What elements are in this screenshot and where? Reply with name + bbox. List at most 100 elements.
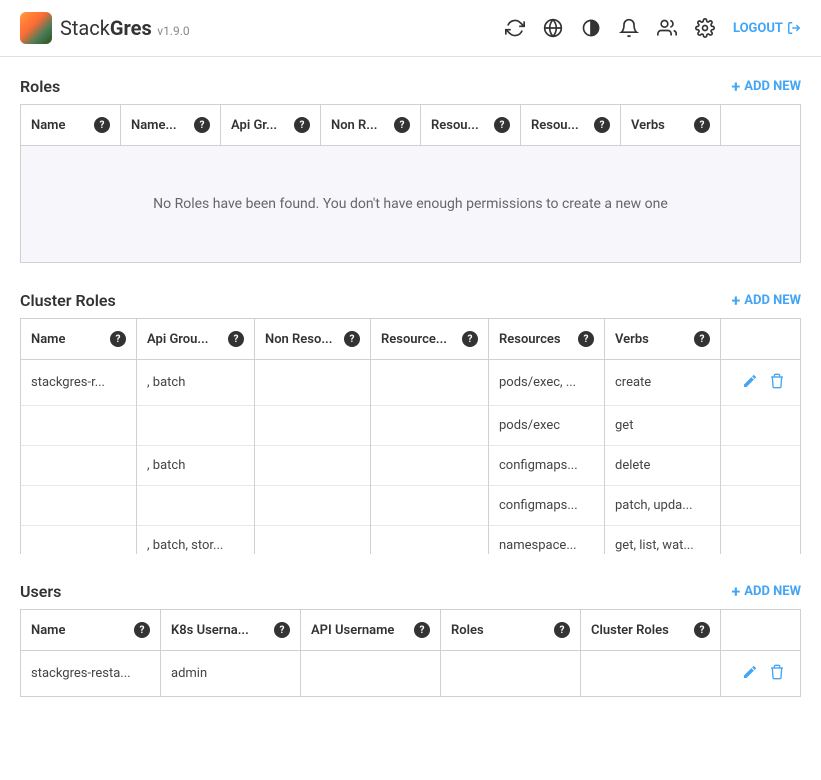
cell-nonres	[255, 360, 371, 406]
version-label: v1.9.0	[157, 24, 189, 38]
roles-col-name[interactable]: Name?	[21, 105, 121, 146]
globe-icon[interactable]	[543, 18, 563, 38]
logo	[20, 12, 52, 44]
cell-k8suser: admin	[161, 651, 301, 697]
help-icon[interactable]: ?	[554, 622, 570, 638]
cell-name	[21, 486, 137, 526]
help-icon[interactable]: ?	[344, 331, 360, 347]
logout-button[interactable]: LOGOUT	[733, 21, 801, 36]
roles-add-new-button[interactable]: ADD NEW	[732, 77, 801, 96]
gear-icon[interactable]	[695, 18, 715, 38]
table-row[interactable]: stackgres-resta... admin	[21, 651, 801, 697]
cell-verbs: get	[605, 406, 721, 446]
users-col-roles[interactable]: Roles?	[441, 610, 581, 651]
cluster-col-resnames[interactable]: Resource...?	[371, 319, 489, 360]
help-icon[interactable]: ?	[228, 331, 244, 347]
brand-area: StackGres v1.9.0	[20, 12, 190, 44]
roles-col-resources[interactable]: Resou...?	[521, 105, 621, 146]
users-col-apiuser[interactable]: API Username?	[301, 610, 441, 651]
help-icon[interactable]: ?	[414, 622, 430, 638]
delete-icon[interactable]	[768, 372, 786, 390]
refresh-icon[interactable]	[505, 18, 525, 38]
roles-col-apigroups[interactable]: Api Gr...?	[221, 105, 321, 146]
table-row[interactable]: stackgres-r... , batch pods/exec, ... cr…	[21, 360, 801, 406]
help-icon[interactable]: ?	[94, 117, 110, 133]
table-row[interactable]: configmaps... patch, upda...	[21, 486, 801, 526]
cell-name	[21, 446, 137, 486]
help-icon[interactable]: ?	[694, 331, 710, 347]
cell-actions	[721, 446, 801, 486]
help-icon[interactable]: ?	[274, 622, 290, 638]
cell-verbs: create	[605, 360, 721, 406]
theme-icon[interactable]	[581, 18, 601, 38]
cluster-col-actions	[721, 319, 801, 360]
help-icon[interactable]: ?	[294, 117, 310, 133]
cell-nonres	[255, 486, 371, 526]
cell-resources: configmaps...	[489, 486, 605, 526]
users-icon[interactable]	[657, 18, 677, 38]
cluster-roles-table: Name? Api Grou...? Non Reso...? Resource…	[20, 318, 801, 554]
users-col-k8suser[interactable]: K8s Userna...?	[161, 610, 301, 651]
cell-actions	[721, 486, 801, 526]
cell-name: stackgres-resta...	[21, 651, 161, 697]
cell-name	[21, 406, 137, 446]
bell-icon[interactable]	[619, 18, 639, 38]
cluster-col-nonres[interactable]: Non Reso...?	[255, 319, 371, 360]
roles-table: Name? Name...? Api Gr...? Non R...? Reso…	[20, 104, 801, 146]
help-icon[interactable]: ?	[694, 622, 710, 638]
roles-col-resnames[interactable]: Resou...?	[421, 105, 521, 146]
users-col-name[interactable]: Name?	[21, 610, 161, 651]
cell-resources: pods/exec, ...	[489, 360, 605, 406]
edit-icon[interactable]	[741, 372, 759, 390]
header-actions: LOGOUT	[505, 18, 801, 38]
help-icon[interactable]: ?	[494, 117, 510, 133]
delete-icon[interactable]	[768, 663, 786, 681]
cell-actions	[721, 406, 801, 446]
edit-icon[interactable]	[741, 663, 759, 681]
cluster-col-resources[interactable]: Resources?	[489, 319, 605, 360]
cell-apigroups: , batch, stor...	[137, 526, 255, 555]
users-section: Users ADD NEW Name? K8s Userna...? API U…	[20, 582, 801, 697]
cell-apigroups: , batch	[137, 446, 255, 486]
help-icon[interactable]: ?	[194, 117, 210, 133]
roles-col-nonres[interactable]: Non R...?	[321, 105, 421, 146]
cell-apigroups	[137, 486, 255, 526]
cell-nonres	[255, 526, 371, 555]
cell-actions	[721, 651, 801, 697]
cluster-roles-title: Cluster Roles	[20, 291, 116, 310]
logout-label: LOGOUT	[733, 21, 783, 36]
cell-resnames	[371, 360, 489, 406]
cluster-roles-add-new-button[interactable]: ADD NEW	[732, 291, 801, 310]
table-row[interactable]: , batch, stor... namespace... get, list,…	[21, 526, 801, 555]
cell-resnames	[371, 526, 489, 555]
users-col-clusterroles[interactable]: Cluster Roles?	[581, 610, 721, 651]
cluster-col-name[interactable]: Name?	[21, 319, 137, 360]
help-icon[interactable]: ?	[594, 117, 610, 133]
cell-resources: namespace...	[489, 526, 605, 555]
help-icon[interactable]: ?	[394, 117, 410, 133]
roles-empty-message: No Roles have been found. You don't have…	[20, 146, 801, 263]
cell-nonres	[255, 446, 371, 486]
table-row[interactable]: , batch configmaps... delete	[21, 446, 801, 486]
help-icon[interactable]: ?	[462, 331, 478, 347]
help-icon[interactable]: ?	[578, 331, 594, 347]
cell-resources: pods/exec	[489, 406, 605, 446]
cell-nonres	[255, 406, 371, 446]
cluster-col-verbs[interactable]: Verbs?	[605, 319, 721, 360]
roles-col-verbs[interactable]: Verbs?	[621, 105, 721, 146]
cell-verbs: get, list, wat...	[605, 526, 721, 555]
cluster-col-apigroups[interactable]: Api Grou...?	[137, 319, 255, 360]
help-icon[interactable]: ?	[134, 622, 150, 638]
cell-resnames	[371, 406, 489, 446]
cell-resources: configmaps...	[489, 446, 605, 486]
app-header: StackGres v1.9.0 LOGOUT	[0, 0, 821, 57]
cell-name: stackgres-r...	[21, 360, 137, 406]
table-row[interactable]: pods/exec get	[21, 406, 801, 446]
roles-col-namespace[interactable]: Name...?	[121, 105, 221, 146]
help-icon[interactable]: ?	[694, 117, 710, 133]
cell-apigroups	[137, 406, 255, 446]
cell-roles	[441, 651, 581, 697]
roles-col-actions	[721, 105, 801, 146]
help-icon[interactable]: ?	[110, 331, 126, 347]
users-add-new-button[interactable]: ADD NEW	[732, 582, 801, 601]
